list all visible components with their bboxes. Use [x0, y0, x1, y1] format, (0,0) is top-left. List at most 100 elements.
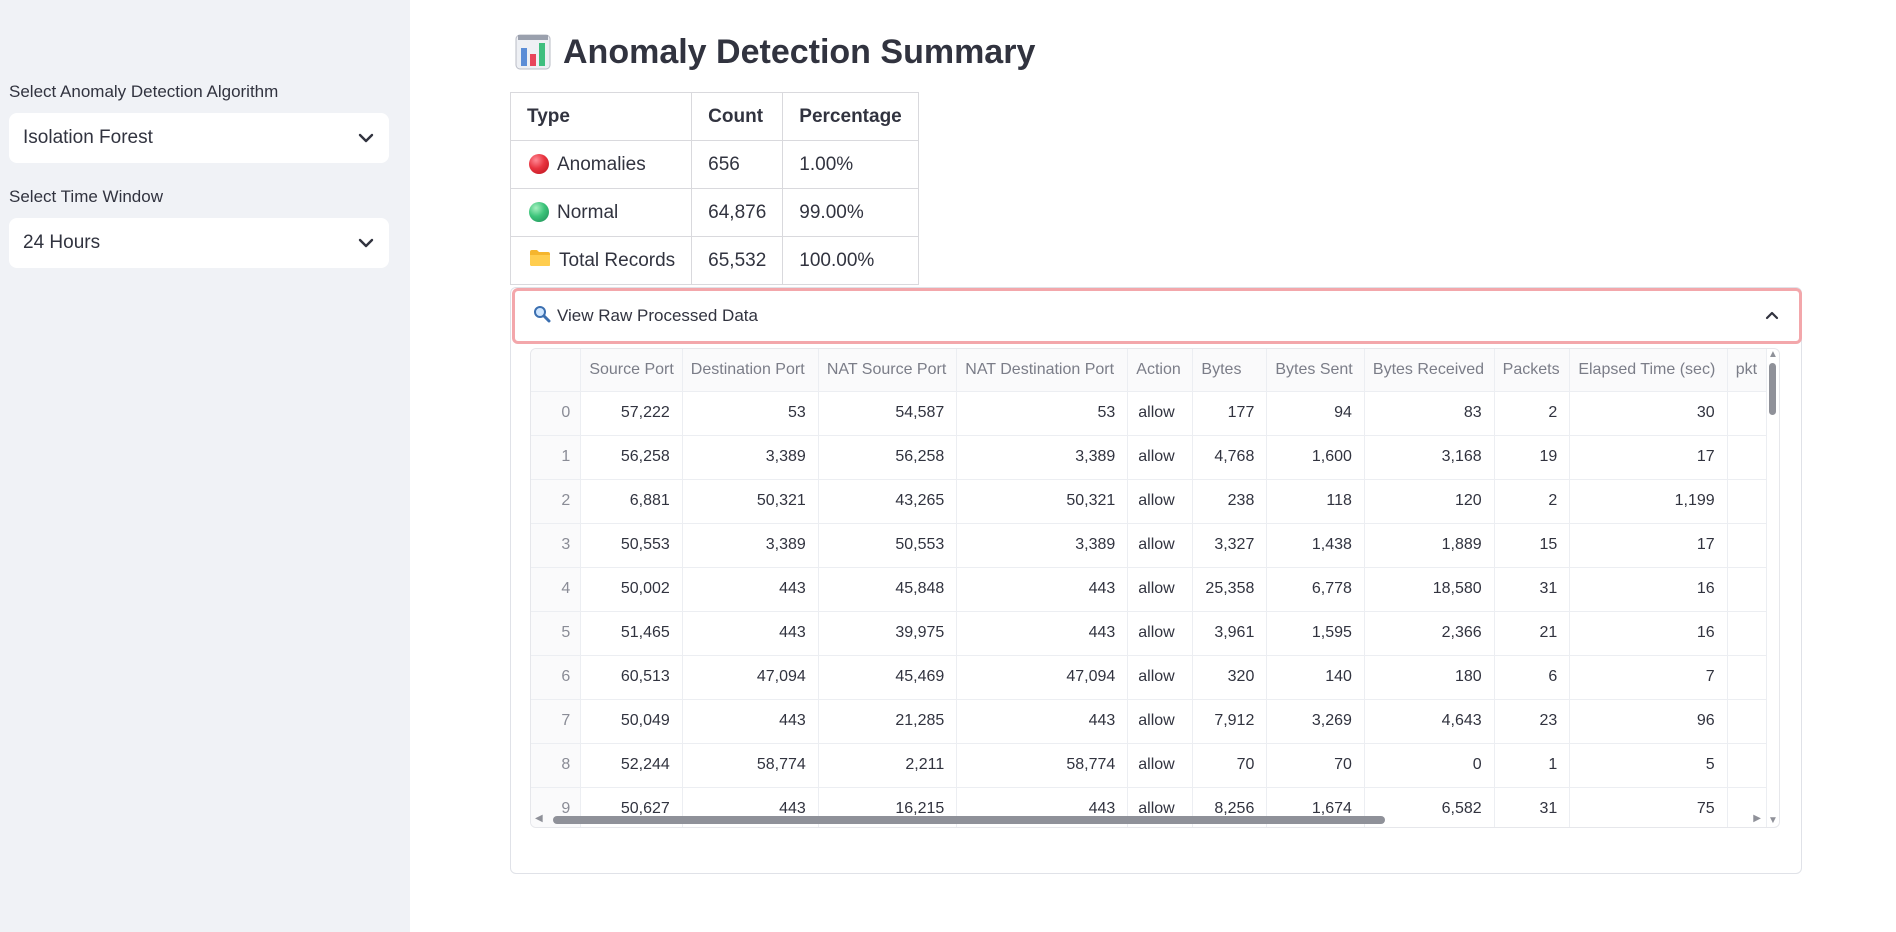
table-row[interactable]: 3 50,553 3,389 50,553 3,389 allow 3,327 1,438 1,… — [531, 523, 1767, 568]
table-cell[interactable]: 3,389 — [682, 523, 819, 568]
grid-column-header[interactable]: Action — [1127, 349, 1194, 392]
table-cell[interactable]: 21,285 — [818, 699, 958, 744]
table-cell[interactable]: 443 — [956, 699, 1129, 744]
table-cell[interactable]: 23 — [1494, 699, 1571, 744]
row-index-cell[interactable]: 8 — [531, 743, 582, 788]
table-cell[interactable]: 443 — [682, 699, 819, 744]
row-index-cell[interactable]: 0 — [531, 391, 582, 436]
time-window-select[interactable]: 24 Hours — [9, 218, 389, 268]
table-row[interactable]: 1 56,258 3,389 56,258 3,389 allow 4,768 1,600 3,… — [531, 435, 1767, 480]
table-cell[interactable]: 140 — [1266, 655, 1365, 700]
table-cell[interactable]: 2 — [1494, 479, 1571, 524]
table-cell[interactable]: 47,094 — [682, 655, 819, 700]
table-cell[interactable]: 2 — [1494, 391, 1571, 436]
table-cell[interactable]: 320 — [1192, 655, 1268, 700]
table-cell[interactable]: 21 — [1494, 611, 1571, 656]
table-cell[interactable]: 5 — [1569, 743, 1728, 788]
table-cell[interactable]: 1,438 — [1266, 523, 1365, 568]
grid-index-header[interactable] — [531, 349, 582, 392]
table-row[interactable]: 7 50,049 443 21,285 443 allow 7,912 3,269 4,643 2… — [531, 699, 1767, 744]
table-cell[interactable]: 177 — [1192, 391, 1268, 436]
table-cell[interactable]: 18,580 — [1364, 567, 1495, 612]
table-cell[interactable]: 30 — [1569, 391, 1728, 436]
table-cell[interactable]: 3,269 — [1266, 699, 1365, 744]
row-index-cell[interactable]: 1 — [531, 435, 582, 480]
table-cell[interactable]: allow — [1127, 743, 1194, 788]
table-cell[interactable]: allow — [1127, 655, 1194, 700]
table-cell[interactable]: 4,643 — [1364, 699, 1495, 744]
row-index-cell[interactable]: 2 — [531, 479, 582, 524]
table-cell[interactable] — [1727, 391, 1767, 436]
grid-column-header[interactable]: pkt — [1727, 349, 1767, 392]
table-cell[interactable]: 443 — [956, 567, 1129, 612]
row-index-cell[interactable]: 6 — [531, 655, 582, 700]
table-cell[interactable]: 1,199 — [1569, 479, 1728, 524]
table-cell[interactable] — [1727, 523, 1767, 568]
table-cell[interactable] — [1727, 611, 1767, 656]
table-cell[interactable]: 443 — [956, 611, 1129, 656]
table-cell[interactable]: 45,469 — [818, 655, 958, 700]
table-cell[interactable]: 43,265 — [818, 479, 958, 524]
table-cell[interactable]: 0 — [1364, 743, 1495, 788]
table-cell[interactable]: 443 — [682, 567, 819, 612]
table-cell[interactable]: 118 — [1266, 479, 1365, 524]
table-cell[interactable]: 57,222 — [580, 391, 683, 436]
table-cell[interactable] — [1727, 699, 1767, 744]
table-cell[interactable]: 1,889 — [1364, 523, 1495, 568]
table-cell[interactable]: 60,513 — [580, 655, 683, 700]
table-cell[interactable]: 47,094 — [956, 655, 1129, 700]
table-cell[interactable]: 53 — [956, 391, 1129, 436]
table-cell[interactable]: allow — [1127, 567, 1194, 612]
row-index-cell[interactable]: 5 — [531, 611, 582, 656]
table-cell[interactable]: 443 — [682, 611, 819, 656]
scroll-down-arrow-icon[interactable]: ▼ — [1768, 816, 1778, 826]
grid-column-header[interactable]: Elapsed Time (sec) — [1569, 349, 1728, 392]
table-cell[interactable]: 70 — [1266, 743, 1365, 788]
table-cell[interactable]: 50,553 — [818, 523, 958, 568]
table-row[interactable]: 6 60,513 47,094 45,469 47,094 allow 320 140 180 6… — [531, 655, 1767, 700]
table-cell[interactable]: 50,002 — [580, 567, 683, 612]
table-cell[interactable]: 1,600 — [1266, 435, 1365, 480]
table-cell[interactable]: 3,389 — [956, 523, 1129, 568]
table-cell[interactable]: 4,768 — [1192, 435, 1268, 480]
table-cell[interactable] — [1727, 479, 1767, 524]
vertical-scroll-thumb[interactable] — [1769, 363, 1776, 415]
table-row[interactable]: 0 57,222 53 54,587 53 allow 177 94 83 2 30 — [531, 391, 1767, 436]
row-index-cell[interactable]: 4 — [531, 567, 582, 612]
table-cell[interactable]: 2,211 — [818, 743, 958, 788]
row-index-cell[interactable]: 7 — [531, 699, 582, 744]
table-cell[interactable]: 50,321 — [682, 479, 819, 524]
table-cell[interactable]: 3,389 — [682, 435, 819, 480]
table-cell[interactable]: 180 — [1364, 655, 1495, 700]
table-cell[interactable]: 45,848 — [818, 567, 958, 612]
table-cell[interactable]: 7,912 — [1192, 699, 1268, 744]
table-cell[interactable]: 53 — [682, 391, 819, 436]
table-cell[interactable] — [1727, 435, 1767, 480]
raw-data-grid[interactable]: Source Port Destination Port NAT Source Po… — [530, 348, 1780, 828]
table-cell[interactable]: allow — [1127, 699, 1194, 744]
raw-data-expander-header[interactable]: View Raw Processed Data — [512, 288, 1802, 344]
grid-column-header[interactable]: Source Port — [580, 349, 683, 392]
table-cell[interactable]: 70 — [1192, 743, 1268, 788]
table-cell[interactable]: 3,961 — [1192, 611, 1268, 656]
grid-column-header[interactable]: Destination Port — [682, 349, 819, 392]
horizontal-scrollbar[interactable]: ◀ ▶ — [531, 811, 1767, 827]
table-cell[interactable]: 1,595 — [1266, 611, 1365, 656]
table-cell[interactable]: 16 — [1569, 567, 1728, 612]
row-index-cell[interactable]: 3 — [531, 523, 582, 568]
horizontal-scroll-thumb[interactable] — [553, 816, 1385, 824]
table-cell[interactable]: 52,244 — [580, 743, 683, 788]
table-cell[interactable]: 51,465 — [580, 611, 683, 656]
grid-column-header[interactable]: Bytes Sent — [1266, 349, 1365, 392]
grid-column-header[interactable]: NAT Destination Port — [956, 349, 1129, 392]
table-cell[interactable]: 16 — [1569, 611, 1728, 656]
table-row[interactable]: 4 50,002 443 45,848 443 allow 25,358 6,778 18,58… — [531, 567, 1767, 612]
scroll-left-arrow-icon[interactable]: ◀ — [535, 814, 543, 824]
table-cell[interactable]: 56,258 — [580, 435, 683, 480]
table-cell[interactable]: 58,774 — [682, 743, 819, 788]
table-cell[interactable]: allow — [1127, 611, 1194, 656]
table-cell[interactable]: 17 — [1569, 523, 1728, 568]
chevron-up-icon[interactable] — [1765, 307, 1779, 325]
scroll-up-arrow-icon[interactable]: ▲ — [1768, 350, 1778, 360]
table-cell[interactable]: 6 — [1494, 655, 1571, 700]
